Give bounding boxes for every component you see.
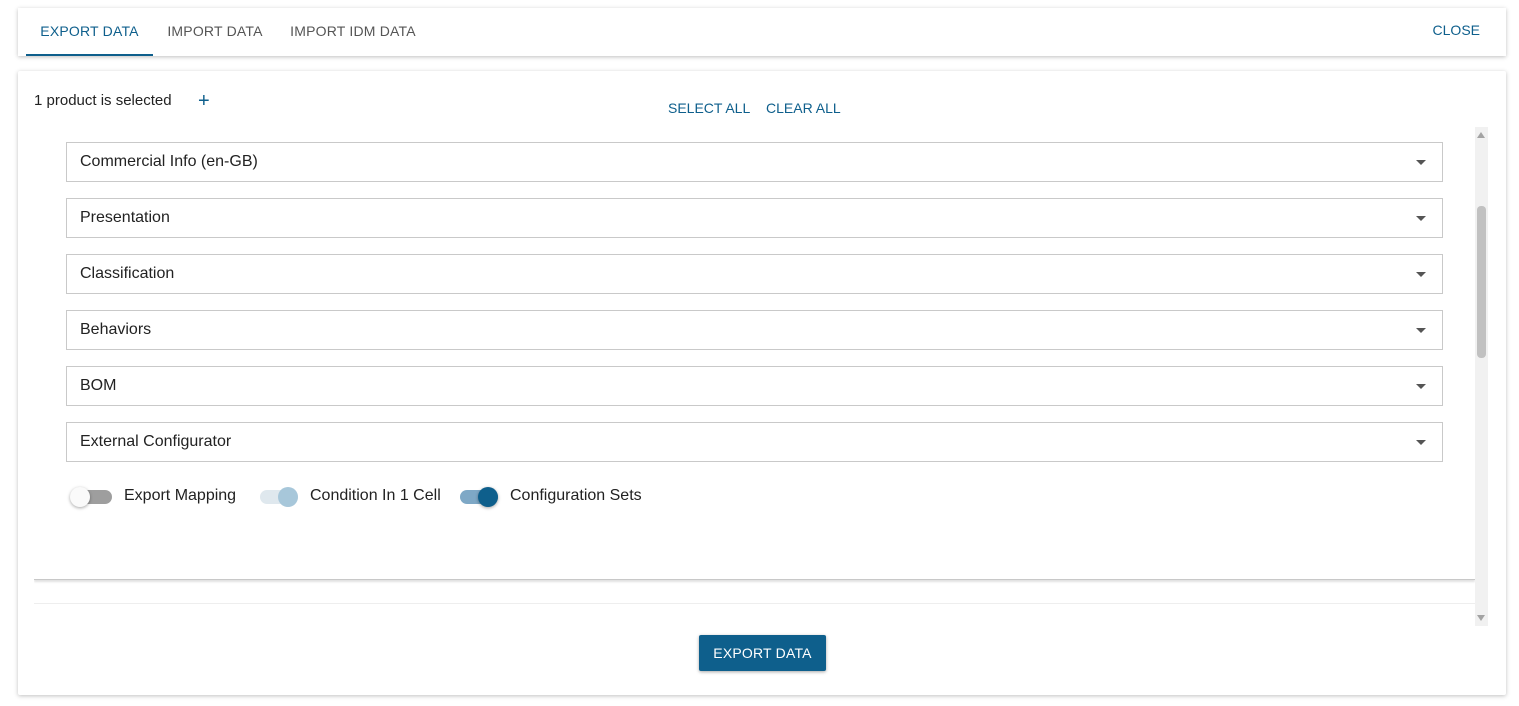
export-data-button[interactable]: EXPORT DATA [699, 635, 826, 671]
caret-down-icon [1416, 216, 1426, 221]
toggle-knob [478, 487, 498, 507]
close-button[interactable]: CLOSE [1433, 8, 1480, 54]
dropdown-label: Presentation [80, 209, 170, 226]
sections-card: Commercial Info (en-GB) Presentation Cla… [34, 127, 1475, 580]
dropdown-label: Behaviors [80, 321, 152, 338]
tab-import-idm-data[interactable]: IMPORT IDM DATA [278, 8, 428, 56]
condition-in-1-cell-toggle[interactable] [260, 487, 298, 507]
tab-export-data[interactable]: EXPORT DATA [26, 8, 153, 56]
export-mapping-label: Export Mapping [124, 487, 237, 504]
configuration-sets-toggle[interactable] [460, 487, 498, 507]
plus-icon[interactable]: + [198, 90, 210, 112]
selected-count-text: 1 product is selected [34, 92, 172, 109]
next-section-card [34, 603, 1475, 626]
caret-down-icon [1416, 160, 1426, 165]
condition-in-1-cell-label: Condition In 1 Cell [310, 487, 441, 504]
scroll-down-icon[interactable] [1477, 615, 1485, 621]
toggle-knob [70, 487, 90, 507]
toggle-knob [278, 487, 298, 507]
scroll-thumb[interactable] [1477, 206, 1486, 358]
caret-down-icon [1416, 328, 1426, 333]
section-dropdown-presentation[interactable]: Presentation [66, 198, 1443, 238]
tab-import-data[interactable]: IMPORT DATA [154, 8, 276, 56]
dropdown-label: External Configurator [80, 433, 232, 450]
dropdown-label: Classification [80, 265, 175, 282]
configuration-sets-label: Configuration Sets [510, 487, 642, 504]
caret-down-icon [1416, 384, 1426, 389]
scroll-up-icon[interactable] [1477, 132, 1485, 138]
section-dropdown-external-configurator[interactable]: External Configurator [66, 422, 1443, 462]
section-dropdown-commercial-info[interactable]: Commercial Info (en-GB) [66, 142, 1443, 182]
caret-down-icon [1416, 272, 1426, 277]
section-dropdown-behaviors[interactable]: Behaviors [66, 310, 1443, 350]
select-all-button[interactable]: SELECT ALL [668, 100, 750, 116]
sections-scroll-region: Commercial Info (en-GB) Presentation Cla… [34, 127, 1476, 626]
section-dropdown-classification[interactable]: Classification [66, 254, 1443, 294]
clear-all-button[interactable]: CLEAR ALL [766, 100, 841, 116]
section-dropdown-bom[interactable]: BOM [66, 366, 1443, 406]
export-panel: 1 product is selected + SELECT ALL CLEAR… [18, 71, 1506, 695]
dropdown-label: Commercial Info (en-GB) [80, 153, 258, 170]
tab-bar: EXPORT DATA IMPORT DATA IMPORT IDM DATA … [18, 8, 1506, 56]
caret-down-icon [1416, 440, 1426, 445]
dropdown-label: BOM [80, 377, 117, 394]
export-mapping-toggle[interactable] [70, 487, 112, 507]
vertical-scrollbar[interactable] [1475, 127, 1488, 626]
